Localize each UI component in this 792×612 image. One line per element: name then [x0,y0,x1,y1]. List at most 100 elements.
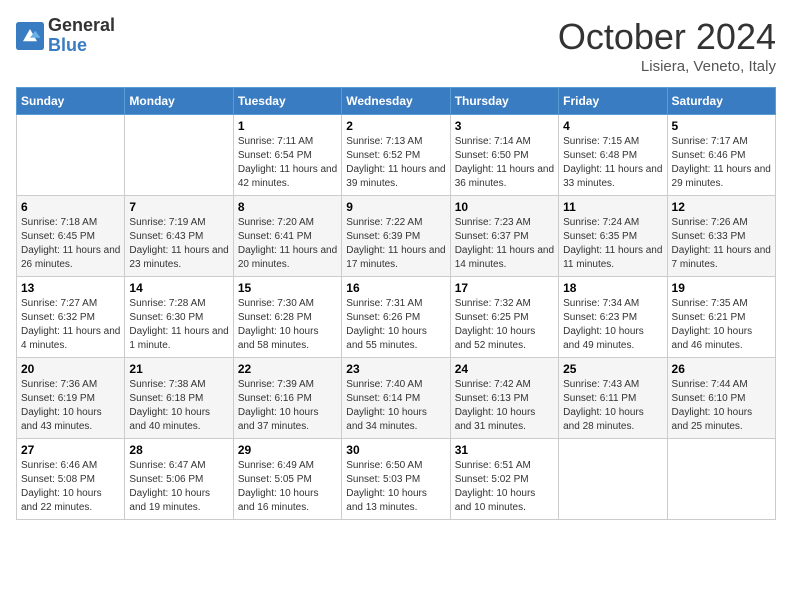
day-info: Sunrise: 7:20 AMSunset: 6:41 PMDaylight:… [238,216,337,272]
calendar-day-cell: 3 Sunrise: 7:14 AMSunset: 6:50 PMDayligh… [450,115,558,196]
calendar-day-cell: 23 Sunrise: 7:40 AMSunset: 6:14 PMDaylig… [342,358,450,439]
calendar-day-cell: 15 Sunrise: 7:30 AMSunset: 6:28 PMDaylig… [233,277,341,358]
day-info: Sunrise: 7:40 AMSunset: 6:14 PMDaylight:… [346,378,445,434]
calendar-day-cell [667,439,775,520]
day-number: 19 [672,281,771,295]
calendar-day-cell: 24 Sunrise: 7:42 AMSunset: 6:13 PMDaylig… [450,358,558,439]
calendar-day-cell: 18 Sunrise: 7:34 AMSunset: 6:23 PMDaylig… [559,277,667,358]
day-number: 28 [129,443,228,457]
day-info: Sunrise: 6:51 AMSunset: 5:02 PMDaylight:… [455,459,554,515]
calendar-day-cell: 17 Sunrise: 7:32 AMSunset: 6:25 PMDaylig… [450,277,558,358]
day-number: 21 [129,362,228,376]
day-number: 2 [346,119,445,133]
calendar-week-row: 20 Sunrise: 7:36 AMSunset: 6:19 PMDaylig… [17,358,776,439]
day-info: Sunrise: 7:17 AMSunset: 6:46 PMDaylight:… [672,135,771,191]
calendar-header-row: SundayMondayTuesdayWednesdayThursdayFrid… [17,88,776,115]
day-info: Sunrise: 7:43 AMSunset: 6:11 PMDaylight:… [563,378,662,434]
day-info: Sunrise: 6:47 AMSunset: 5:06 PMDaylight:… [129,459,228,515]
calendar-day-cell: 29 Sunrise: 6:49 AMSunset: 5:05 PMDaylig… [233,439,341,520]
calendar-day-cell: 12 Sunrise: 7:26 AMSunset: 6:33 PMDaylig… [667,196,775,277]
day-number: 20 [21,362,120,376]
day-number: 29 [238,443,337,457]
day-number: 18 [563,281,662,295]
calendar-day-cell: 16 Sunrise: 7:31 AMSunset: 6:26 PMDaylig… [342,277,450,358]
logo-line1: General [48,16,115,36]
calendar-week-row: 6 Sunrise: 7:18 AMSunset: 6:45 PMDayligh… [17,196,776,277]
day-info: Sunrise: 7:31 AMSunset: 6:26 PMDaylight:… [346,297,445,353]
month-title: October 2024 [558,16,776,58]
location-subtitle: Lisiera, Veneto, Italy [558,58,776,75]
calendar-day-cell: 10 Sunrise: 7:23 AMSunset: 6:37 PMDaylig… [450,196,558,277]
calendar-day-cell: 20 Sunrise: 7:36 AMSunset: 6:19 PMDaylig… [17,358,125,439]
day-number: 15 [238,281,337,295]
day-info: Sunrise: 7:13 AMSunset: 6:52 PMDaylight:… [346,135,445,191]
day-info: Sunrise: 7:39 AMSunset: 6:16 PMDaylight:… [238,378,337,434]
calendar-day-cell: 22 Sunrise: 7:39 AMSunset: 6:16 PMDaylig… [233,358,341,439]
day-number: 12 [672,200,771,214]
calendar-day-cell: 25 Sunrise: 7:43 AMSunset: 6:11 PMDaylig… [559,358,667,439]
day-info: Sunrise: 7:26 AMSunset: 6:33 PMDaylight:… [672,216,771,272]
day-info: Sunrise: 7:15 AMSunset: 6:48 PMDaylight:… [563,135,662,191]
calendar-day-cell: 11 Sunrise: 7:24 AMSunset: 6:35 PMDaylig… [559,196,667,277]
calendar-day-cell: 26 Sunrise: 7:44 AMSunset: 6:10 PMDaylig… [667,358,775,439]
weekday-header: Thursday [450,88,558,115]
calendar-day-cell: 5 Sunrise: 7:17 AMSunset: 6:46 PMDayligh… [667,115,775,196]
day-number: 27 [21,443,120,457]
day-number: 9 [346,200,445,214]
page-header: General Blue October 2024 Lisiera, Venet… [16,16,776,75]
day-number: 13 [21,281,120,295]
day-number: 22 [238,362,337,376]
calendar-day-cell: 4 Sunrise: 7:15 AMSunset: 6:48 PMDayligh… [559,115,667,196]
calendar-table: SundayMondayTuesdayWednesdayThursdayFrid… [16,87,776,520]
weekday-header: Tuesday [233,88,341,115]
day-number: 23 [346,362,445,376]
day-number: 1 [238,119,337,133]
weekday-header: Saturday [667,88,775,115]
day-number: 25 [563,362,662,376]
calendar-day-cell: 9 Sunrise: 7:22 AMSunset: 6:39 PMDayligh… [342,196,450,277]
day-info: Sunrise: 7:19 AMSunset: 6:43 PMDaylight:… [129,216,228,272]
calendar-day-cell: 14 Sunrise: 7:28 AMSunset: 6:30 PMDaylig… [125,277,233,358]
calendar-week-row: 27 Sunrise: 6:46 AMSunset: 5:08 PMDaylig… [17,439,776,520]
day-info: Sunrise: 7:38 AMSunset: 6:18 PMDaylight:… [129,378,228,434]
weekday-header: Sunday [17,88,125,115]
calendar-day-cell: 30 Sunrise: 6:50 AMSunset: 5:03 PMDaylig… [342,439,450,520]
day-info: Sunrise: 7:35 AMSunset: 6:21 PMDaylight:… [672,297,771,353]
calendar-week-row: 1 Sunrise: 7:11 AMSunset: 6:54 PMDayligh… [17,115,776,196]
day-info: Sunrise: 7:42 AMSunset: 6:13 PMDaylight:… [455,378,554,434]
calendar-day-cell [125,115,233,196]
day-number: 17 [455,281,554,295]
weekday-header: Friday [559,88,667,115]
day-number: 16 [346,281,445,295]
calendar-day-cell: 19 Sunrise: 7:35 AMSunset: 6:21 PMDaylig… [667,277,775,358]
calendar-day-cell: 7 Sunrise: 7:19 AMSunset: 6:43 PMDayligh… [125,196,233,277]
weekday-header: Wednesday [342,88,450,115]
logo: General Blue [16,16,115,56]
day-info: Sunrise: 7:24 AMSunset: 6:35 PMDaylight:… [563,216,662,272]
day-info: Sunrise: 7:34 AMSunset: 6:23 PMDaylight:… [563,297,662,353]
calendar-day-cell: 8 Sunrise: 7:20 AMSunset: 6:41 PMDayligh… [233,196,341,277]
day-number: 5 [672,119,771,133]
calendar-week-row: 13 Sunrise: 7:27 AMSunset: 6:32 PMDaylig… [17,277,776,358]
title-block: October 2024 Lisiera, Veneto, Italy [558,16,776,75]
day-number: 31 [455,443,554,457]
day-info: Sunrise: 7:11 AMSunset: 6:54 PMDaylight:… [238,135,337,191]
day-number: 4 [563,119,662,133]
day-info: Sunrise: 7:18 AMSunset: 6:45 PMDaylight:… [21,216,120,272]
day-number: 24 [455,362,554,376]
calendar-day-cell [17,115,125,196]
calendar-day-cell: 13 Sunrise: 7:27 AMSunset: 6:32 PMDaylig… [17,277,125,358]
day-info: Sunrise: 7:14 AMSunset: 6:50 PMDaylight:… [455,135,554,191]
calendar-day-cell: 28 Sunrise: 6:47 AMSunset: 5:06 PMDaylig… [125,439,233,520]
day-info: Sunrise: 7:36 AMSunset: 6:19 PMDaylight:… [21,378,120,434]
calendar-day-cell: 6 Sunrise: 7:18 AMSunset: 6:45 PMDayligh… [17,196,125,277]
day-info: Sunrise: 7:23 AMSunset: 6:37 PMDaylight:… [455,216,554,272]
day-info: Sunrise: 6:46 AMSunset: 5:08 PMDaylight:… [21,459,120,515]
day-info: Sunrise: 7:44 AMSunset: 6:10 PMDaylight:… [672,378,771,434]
day-number: 6 [21,200,120,214]
calendar-day-cell: 21 Sunrise: 7:38 AMSunset: 6:18 PMDaylig… [125,358,233,439]
day-number: 7 [129,200,228,214]
calendar-day-cell: 31 Sunrise: 6:51 AMSunset: 5:02 PMDaylig… [450,439,558,520]
day-number: 3 [455,119,554,133]
calendar-day-cell: 1 Sunrise: 7:11 AMSunset: 6:54 PMDayligh… [233,115,341,196]
